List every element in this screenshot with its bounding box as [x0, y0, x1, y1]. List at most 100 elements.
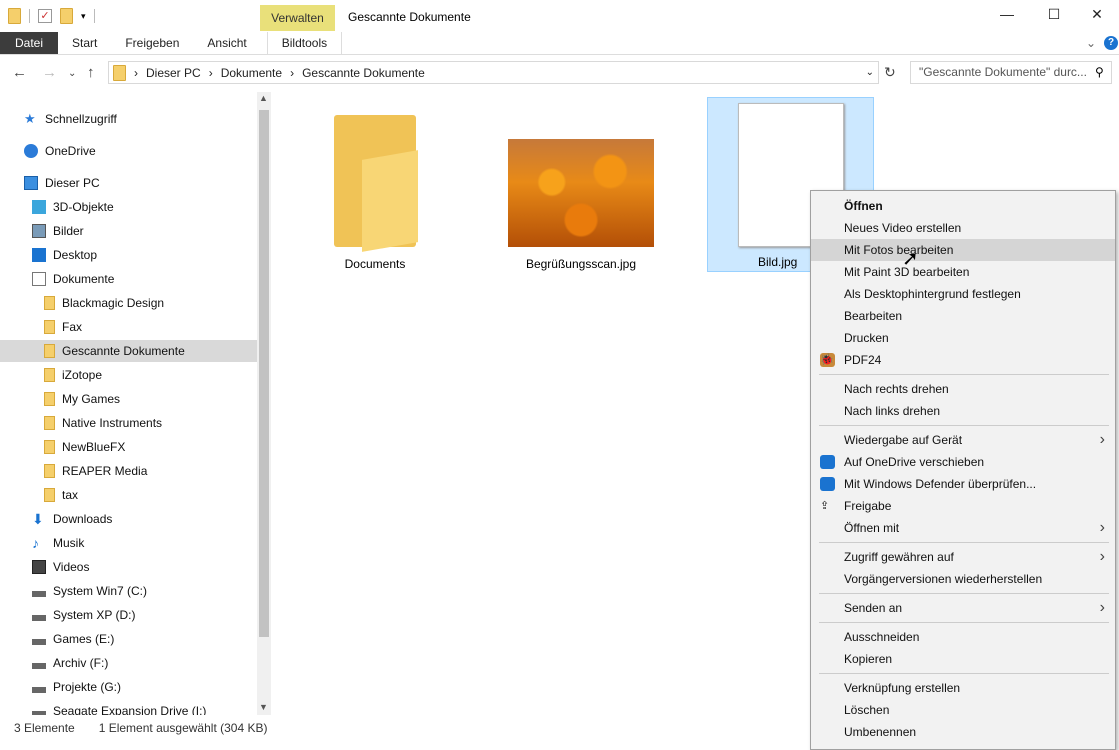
menu-item[interactable]: Drucken: [811, 327, 1115, 349]
drive-icon: [32, 663, 46, 669]
sidebar-item[interactable]: Seagate Expansion Drive (I:): [0, 700, 257, 715]
folder-icon: [113, 64, 126, 81]
breadcrumb-dokumente[interactable]: Dokumente: [221, 66, 282, 80]
address-bar[interactable]: › Dieser PC › Dokumente › Gescannte Doku…: [108, 61, 879, 84]
sidebar-item[interactable]: System Win7 (C:): [0, 580, 257, 602]
menu-item[interactable]: Mit Fotos bearbeiten: [811, 239, 1115, 261]
menu-separator: [819, 673, 1109, 674]
menu-separator: [819, 425, 1109, 426]
menu-item[interactable]: Kopieren: [811, 648, 1115, 670]
customize-dropdown-icon[interactable]: ▾: [81, 11, 86, 22]
sidebar-item[interactable]: Gescannte Dokumente: [0, 340, 257, 362]
menu-item-label: Zugriff gewähren auf: [844, 550, 954, 564]
scroll-down-icon[interactable]: ▼: [259, 702, 268, 712]
close-button[interactable]: ✕: [1074, 6, 1119, 26]
sidebar-item[interactable]: 3D-Objekte: [0, 196, 257, 218]
up-button[interactable]: ↑: [87, 64, 95, 81]
menu-item[interactable]: Zugriff gewähren auf ›: [811, 546, 1115, 568]
breadcrumb-gescannte-dokumente[interactable]: Gescannte Dokumente: [302, 66, 425, 80]
menu-item[interactable]: Verknüpfung erstellen: [811, 677, 1115, 699]
tab-start[interactable]: Start: [58, 32, 111, 54]
manage-context-tab[interactable]: Verwalten: [260, 5, 335, 31]
sidebar-item[interactable]: ♪ Musik: [0, 532, 257, 554]
sidebar-item[interactable]: NewBlueFX: [0, 436, 257, 458]
menu-item[interactable]: Senden an ›: [811, 597, 1115, 619]
sidebar-item[interactable]: ⬇ Downloads: [0, 508, 257, 530]
menu-item[interactable]: Wiedergabe auf Gerät ›: [811, 429, 1115, 451]
tab-bildtools[interactable]: Bildtools: [266, 32, 343, 54]
menu-separator: [819, 622, 1109, 623]
sidebar-item-label: Videos: [53, 560, 90, 574]
help-icon[interactable]: ?: [1104, 36, 1118, 50]
menu-item[interactable]: Bearbeiten: [811, 305, 1115, 327]
sidebar-item[interactable]: REAPER Media: [0, 460, 257, 482]
tab-datei[interactable]: Datei: [0, 32, 58, 54]
menu-item[interactable]: Umbenennen: [811, 721, 1115, 743]
menu-item-label: Löschen: [844, 703, 890, 717]
sidebar-item-label: Games (E:): [53, 632, 115, 646]
sidebar-item[interactable]: Desktop: [0, 244, 257, 266]
menu-item-label: Bearbeiten: [844, 309, 903, 323]
scrollbar-thumb[interactable]: [259, 110, 269, 637]
sidebar-item[interactable]: Native Instruments: [0, 412, 257, 434]
folder-icon: [44, 440, 55, 454]
address-dropdown-icon[interactable]: ⌄: [866, 67, 874, 78]
sidebar-item-label: Fax: [62, 320, 83, 334]
sidebar-item[interactable]: Projekte (G:): [0, 676, 257, 698]
file-item[interactable]: Documents: [291, 100, 459, 271]
maximize-button[interactable]: ☐: [1031, 6, 1077, 26]
sidebar-item[interactable]: Fax: [0, 316, 257, 338]
sidebar-item[interactable]: tax: [0, 484, 257, 506]
properties-icon[interactable]: ✓: [38, 9, 52, 23]
sidebar-item[interactable]: Bilder: [0, 220, 257, 242]
sidebar-item[interactable]: OneDrive: [0, 140, 257, 162]
sidebar-item[interactable]: iZotope: [0, 364, 257, 386]
sidebar-item[interactable]: Dieser PC: [0, 172, 257, 194]
menu-item[interactable]: Vorgängerversionen wiederherstellen: [811, 568, 1115, 590]
file-item[interactable]: Begrüßungsscan.jpg: [497, 100, 665, 271]
menu-item[interactable]: Nach links drehen: [811, 400, 1115, 422]
sidebar-item[interactable]: Blackmagic Design: [0, 292, 257, 314]
menu-item[interactable]: Als Desktophintergrund festlegen: [811, 283, 1115, 305]
sidebar-item[interactable]: ★ Schnellzugriff: [0, 108, 257, 130]
sidebar-item[interactable]: System XP (D:): [0, 604, 257, 626]
menu-item[interactable]: Auf OneDrive verschieben: [811, 451, 1115, 473]
menu-item[interactable]: PDF24 🐞: [811, 349, 1115, 371]
breadcrumb-dieser-pc[interactable]: Dieser PC: [146, 66, 201, 80]
tab-ansicht[interactable]: Ansicht: [193, 32, 260, 54]
sidebar-item-label: Archiv (F:): [53, 656, 109, 670]
submenu-arrow-icon: ›: [1099, 548, 1105, 565]
menu-item[interactable]: Mit Paint 3D bearbeiten: [811, 261, 1115, 283]
submenu-arrow-icon: ›: [1099, 431, 1105, 448]
menu-item[interactable]: Öffnen: [811, 195, 1115, 217]
sidebar-item-label: 3D-Objekte: [53, 200, 114, 214]
sidebar-item[interactable]: Videos: [0, 556, 257, 578]
menu-item[interactable]: Löschen: [811, 699, 1115, 721]
menu-item[interactable]: Freigabe ⇪: [811, 495, 1115, 517]
menu-item-label: Neues Video erstellen: [844, 221, 962, 235]
menu-item[interactable]: Ausschneiden: [811, 626, 1115, 648]
sidebar-item[interactable]: My Games: [0, 388, 257, 410]
expand-ribbon-icon[interactable]: ⌄: [1086, 36, 1096, 50]
forward-button[interactable]: →: [42, 64, 57, 81]
refresh-icon[interactable]: ↻: [884, 64, 896, 81]
search-input[interactable]: "Gescannte Dokumente" durc...: [910, 61, 1112, 84]
back-button[interactable]: ←: [12, 64, 27, 81]
menu-item-label: Senden an: [844, 601, 903, 615]
menu-item[interactable]: Öffnen mit ›: [811, 517, 1115, 539]
menu-item[interactable]: Neues Video erstellen: [811, 217, 1115, 239]
divider: [29, 9, 30, 23]
drive-icon: [32, 687, 46, 693]
sidebar-item[interactable]: Dokumente: [0, 268, 257, 290]
folder-icon[interactable]: [8, 8, 21, 24]
recent-dropdown-icon[interactable]: ⌄: [68, 68, 76, 79]
menu-item[interactable]: Mit Windows Defender überprüfen...: [811, 473, 1115, 495]
tab-freigeben[interactable]: Freigeben: [111, 32, 193, 54]
sidebar-item[interactable]: Archiv (F:): [0, 652, 257, 674]
minimize-button[interactable]: —: [984, 6, 1030, 26]
drive-icon: [32, 639, 46, 645]
scroll-up-icon[interactable]: ▲: [259, 93, 268, 103]
new-folder-icon[interactable]: [60, 8, 73, 24]
menu-item[interactable]: Nach rechts drehen: [811, 378, 1115, 400]
sidebar-item[interactable]: Games (E:): [0, 628, 257, 650]
